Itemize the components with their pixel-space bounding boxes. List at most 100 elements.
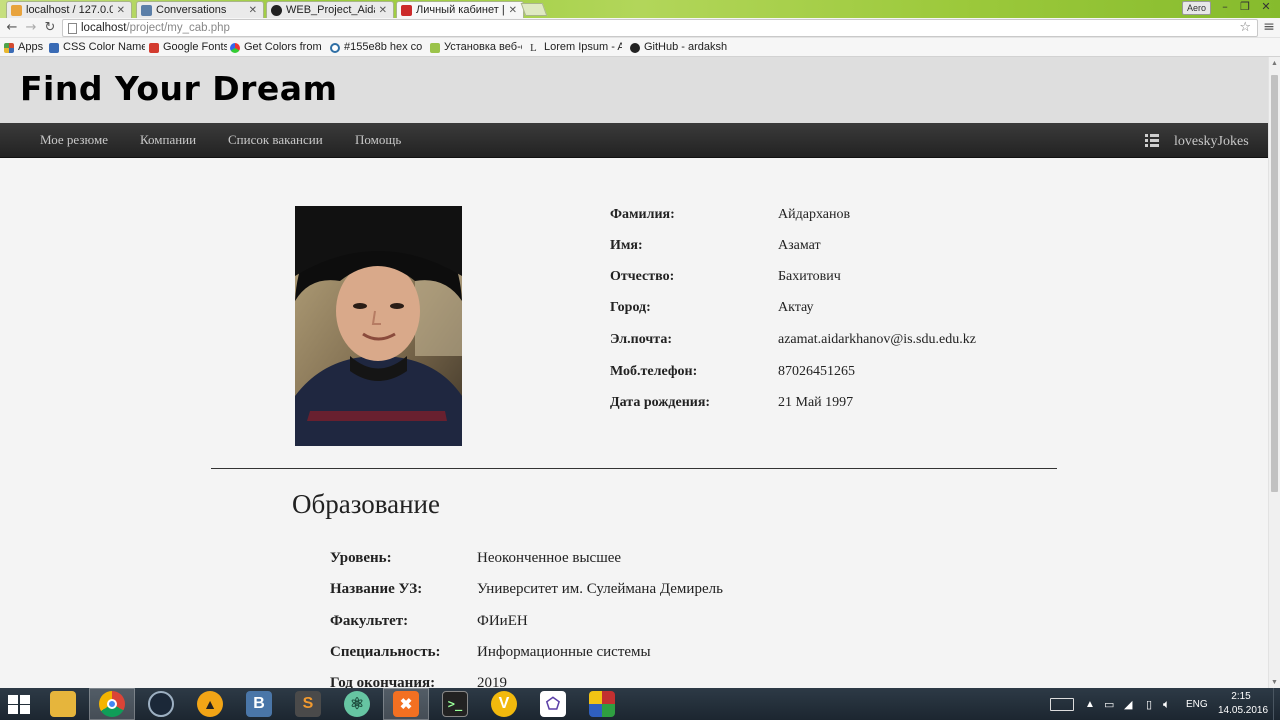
close-tab-icon[interactable]: ✕ <box>379 5 387 16</box>
value-faculty: ФИиЕН <box>477 613 528 629</box>
browser-tab-phpmyadmin[interactable]: localhost / 127.0.0.1 ✕ <box>6 1 132 18</box>
tray-expand-icon[interactable]: ▲ <box>1085 688 1095 720</box>
sublime-text-icon: S <box>295 691 321 717</box>
new-tab-button[interactable] <box>520 3 548 16</box>
label-birth-date: Дата рождения: <box>610 395 711 410</box>
value-edu-level: Неоконченное высшее <box>477 550 622 566</box>
bookmark-label: Установка веб-се <box>444 41 522 53</box>
browser-tab-github[interactable]: WEB_Project_Aidarkh ✕ <box>266 1 394 18</box>
browser-tab-conversations[interactable]: Conversations ✕ <box>136 1 264 18</box>
label-email: Эл.почта: <box>610 332 672 347</box>
phpmyadmin-icon <box>11 4 22 16</box>
bookmark-google-fonts[interactable]: Google Fonts <box>149 40 227 55</box>
reload-icon[interactable]: ↻ <box>41 19 59 37</box>
pentagon-icon: ⬠ <box>540 691 566 717</box>
maximize-icon[interactable]: ❐ <box>1236 0 1254 16</box>
bookmark-hex-color[interactable]: #155e8b hex colo <box>330 40 422 55</box>
taskbar-xampp[interactable]: ✖ <box>383 688 429 720</box>
label-mobile: Моб.телефон: <box>610 364 698 379</box>
close-window-icon[interactable]: ✕ <box>1256 0 1276 16</box>
taskbar-terminal[interactable]: >_ <box>432 688 478 720</box>
v-app-icon: V <box>491 691 517 717</box>
bookmark-css-color-names[interactable]: CSS Color Names <box>49 40 145 55</box>
url-path: /project/my_cab.php <box>126 22 230 34</box>
taskbar-pentagon-app[interactable]: ⬠ <box>530 688 576 720</box>
volume-icon[interactable]: 🔈︎ <box>1163 688 1170 720</box>
chat-icon <box>141 4 152 16</box>
bookmark-icon <box>430 42 440 53</box>
forward-arrow-icon[interactable]: → <box>22 19 40 37</box>
site-header: Find Your Dream <box>0 57 1268 123</box>
bookmarks-bar: Apps CSS Color Names Google Fonts Get Co… <box>0 38 1280 57</box>
browser-tab-strip: localhost / 127.0.0.1 ✕ Conversations ✕ … <box>0 0 1280 18</box>
bookmark-web-server[interactable]: Установка веб-се <box>430 40 522 55</box>
bookmark-lorem-ipsum[interactable]: L Lorem Ipsum - Al <box>530 40 622 55</box>
bookmark-get-colors[interactable]: Get Colors from I <box>230 40 322 55</box>
profile-chip[interactable]: Aero <box>1182 1 1212 15</box>
close-tab-icon[interactable]: ✕ <box>117 5 125 16</box>
taskbar-cube-app[interactable] <box>579 688 625 720</box>
browser-toolbar: ← → ↻ localhost/project/my_cab.php ☆ ≡ <box>0 18 1280 38</box>
taskbar-steam[interactable] <box>138 688 184 720</box>
nav-vacancies[interactable]: Список вакансии <box>228 132 323 148</box>
windows-start-icon[interactable] <box>8 695 30 714</box>
education-heading: Образование <box>292 489 440 519</box>
back-arrow-icon[interactable]: ← <box>3 19 21 37</box>
tab-title: Conversations <box>156 4 227 16</box>
language-indicator[interactable]: ENG <box>1186 688 1208 720</box>
label-city: Город: <box>610 300 651 315</box>
bookmark-label: #155e8b hex colo <box>344 41 422 53</box>
address-bar[interactable]: localhost/project/my_cab.php ☆ <box>62 19 1258 37</box>
label-first-name: Имя: <box>610 238 643 253</box>
site-icon <box>401 4 412 16</box>
scrollbar-thumb[interactable] <box>1271 75 1278 492</box>
profile-photo <box>295 206 462 446</box>
color-wheel-icon <box>230 42 240 53</box>
close-tab-icon[interactable]: ✕ <box>249 5 257 16</box>
bookmark-star-icon[interactable]: ☆ <box>1239 20 1251 36</box>
cube-icon <box>589 691 615 717</box>
signal-icon[interactable]: ◢ <box>1124 688 1132 720</box>
nav-companies[interactable]: Компании <box>140 132 196 148</box>
taskbar-vk[interactable]: B <box>236 688 282 720</box>
atom-icon: ⚛ <box>344 691 370 717</box>
windows-taskbar: ▲ B S ⚛ ✖ >_ V ⬠ ▲ ▭ ◢ ▯ 🔈︎ ENG 2:15 14.… <box>0 688 1280 720</box>
taskbar-v-app[interactable]: V <box>481 688 527 720</box>
folder-icon <box>50 691 76 717</box>
minimize-icon[interactable]: – <box>1216 0 1234 16</box>
scroll-down-arrow-icon[interactable]: ▼ <box>1271 678 1278 686</box>
taskbar-sublime-text[interactable]: S <box>285 688 331 720</box>
nav-username[interactable]: loveskyJokes <box>1174 134 1249 150</box>
vk-icon: B <box>246 691 272 717</box>
tab-title: localhost / 127.0.0.1 <box>26 4 113 16</box>
taskbar-aimp[interactable]: ▲ <box>187 688 233 720</box>
scroll-up-arrow-icon[interactable]: ▲ <box>1271 59 1278 67</box>
network-icon[interactable]: ▭ <box>1104 688 1114 720</box>
label-edu-level: Уровень: <box>330 550 392 566</box>
list-menu-icon[interactable] <box>1145 134 1159 147</box>
label-specialty: Специальность: <box>330 644 441 660</box>
system-clock[interactable]: 2:15 14.05.2016 <box>1218 690 1268 718</box>
bookmark-label: Get Colors from I <box>244 41 322 53</box>
label-last-name: Фамилия: <box>610 207 675 222</box>
browser-tab-active[interactable]: Личный кабинет | Fi ✕ <box>396 1 524 18</box>
taskbar-chrome[interactable] <box>89 688 135 720</box>
taskbar-atom[interactable]: ⚛ <box>334 688 380 720</box>
show-desktop-button[interactable] <box>1273 688 1280 720</box>
bookmark-apps[interactable]: Apps <box>4 40 46 55</box>
chrome-icon <box>99 691 125 717</box>
nav-help[interactable]: Помощь <box>355 132 401 148</box>
label-faculty: Факультет: <box>330 613 409 629</box>
label-institution: Название УЗ: <box>330 581 423 597</box>
page-scrollbar[interactable]: ▲ ▼ <box>1268 57 1280 688</box>
google-fonts-icon <box>149 42 159 53</box>
taskbar-file-explorer[interactable] <box>40 688 86 720</box>
browser-menu-icon[interactable]: ≡ <box>1262 19 1276 37</box>
keyboard-icon[interactable] <box>1050 688 1074 720</box>
site-logo[interactable]: Find Your Dream <box>20 69 337 108</box>
section-divider <box>211 468 1057 469</box>
bookmark-github[interactable]: GitHub - ardaksh <box>630 40 728 55</box>
nav-my-resume[interactable]: Мое резюме <box>40 132 108 148</box>
close-tab-icon[interactable]: ✕ <box>509 5 517 16</box>
battery-icon[interactable]: ▯ <box>1146 688 1152 720</box>
